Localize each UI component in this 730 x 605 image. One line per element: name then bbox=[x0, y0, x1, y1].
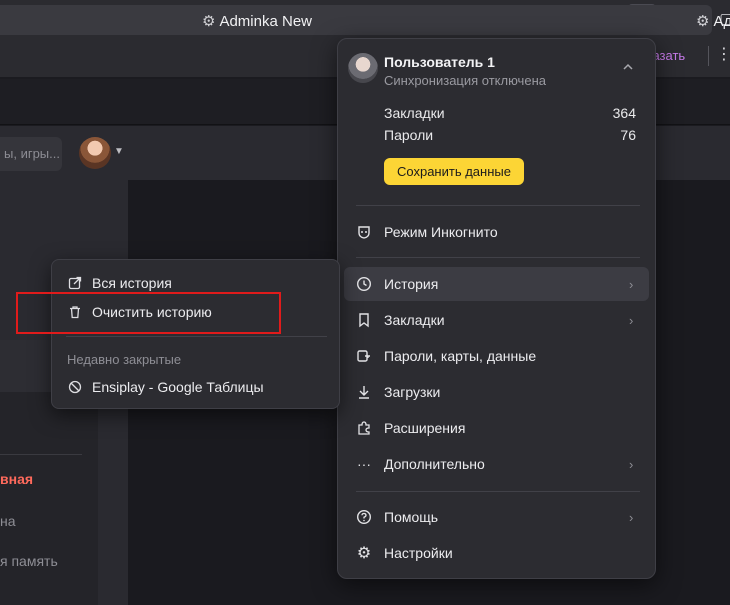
chevron-right-icon: › bbox=[629, 509, 634, 525]
stat-bookmarks-label: Закладки bbox=[384, 105, 445, 121]
menu-item-settings[interactable]: ⚙ Настройки bbox=[344, 536, 649, 570]
history-submenu: Вся история Очистить историю Недавно зак… bbox=[51, 259, 340, 409]
gear-icon: ⚙ bbox=[202, 13, 216, 30]
chevron-right-icon: › bbox=[629, 276, 634, 292]
menu-item-bookmarks[interactable]: Закладки › bbox=[344, 303, 649, 337]
chevron-right-icon: › bbox=[629, 456, 634, 472]
nav-item[interactable]: на bbox=[0, 513, 16, 529]
menu-item-label: Дополнительно bbox=[384, 456, 485, 472]
incognito-icon bbox=[344, 224, 384, 240]
recent-item-label: Ensiplay - Google Таблицы bbox=[92, 379, 264, 395]
menu-item-label: Настройки bbox=[384, 545, 453, 561]
nav-divider bbox=[0, 454, 82, 455]
help-icon bbox=[344, 509, 384, 525]
toolbar-divider bbox=[708, 46, 709, 66]
highlight-box bbox=[16, 292, 281, 334]
more-vertical-icon[interactable]: ⋮ bbox=[716, 44, 730, 64]
external-link-icon bbox=[58, 276, 92, 290]
key-card-icon bbox=[344, 348, 384, 364]
menu-item-more[interactable]: ··· Дополнительно › bbox=[344, 447, 649, 481]
menu-item-help[interactable]: Помощь › bbox=[344, 500, 649, 534]
menu-item-label: Помощь bbox=[384, 509, 439, 525]
site-title-text: Adminka New bbox=[219, 12, 312, 30]
recent-item[interactable]: Ensiplay - Google Таблицы bbox=[58, 373, 335, 401]
more-icon: ··· bbox=[357, 456, 371, 472]
menu-item-label: Закладки bbox=[384, 312, 445, 328]
menu-divider bbox=[356, 491, 640, 492]
save-data-button[interactable]: Сохранить данные bbox=[384, 158, 524, 185]
recently-closed-heading: Недавно закрытые bbox=[67, 352, 182, 367]
chevron-down-icon[interactable]: ▼ bbox=[114, 146, 124, 157]
submenu-divider bbox=[66, 336, 327, 337]
stat-passwords-value: 76 bbox=[620, 127, 636, 143]
menu-item-history[interactable]: История › bbox=[344, 267, 649, 301]
nav-item[interactable]: я память bbox=[0, 553, 58, 569]
menu-divider bbox=[356, 257, 640, 258]
bookmark-icon bbox=[344, 312, 384, 328]
menu-divider bbox=[356, 205, 640, 206]
menu-item-label: Загрузки bbox=[384, 384, 441, 400]
menu-item-label: История bbox=[384, 276, 439, 292]
site-title[interactable]: ⚙ Adminka New bbox=[202, 12, 312, 31]
address-field[interactable] bbox=[0, 5, 712, 35]
menu-item-passwords[interactable]: Пароли, карты, данные bbox=[344, 339, 649, 373]
menu-item-incognito[interactable]: Режим Инкогнито bbox=[344, 215, 649, 249]
user-name[interactable]: Пользователь 1 bbox=[384, 54, 495, 70]
sync-status: Синхронизация отключена bbox=[384, 73, 546, 88]
puzzle-icon bbox=[344, 420, 384, 436]
blocked-site-icon bbox=[58, 380, 92, 394]
stat-passwords-label: Пароли bbox=[384, 127, 434, 143]
user-avatar[interactable] bbox=[348, 53, 378, 83]
chevron-up-icon[interactable] bbox=[616, 55, 640, 79]
stat-bookmarks-value: 364 bbox=[612, 105, 636, 121]
site-title-text: Ад bbox=[713, 12, 730, 30]
chevron-right-icon: › bbox=[629, 312, 634, 328]
browser-main-menu: Пользователь 1 Синхронизация отключена З… bbox=[337, 38, 656, 579]
page-search-input[interactable]: ы, игры... bbox=[0, 137, 62, 171]
avatar[interactable] bbox=[79, 137, 111, 169]
menu-item-label: Расширения bbox=[384, 420, 466, 436]
menu-item-downloads[interactable]: Загрузки bbox=[344, 375, 649, 409]
clock-icon bbox=[344, 276, 384, 292]
gear-icon: ⚙ bbox=[696, 13, 710, 30]
menu-item-extensions[interactable]: Расширения bbox=[344, 411, 649, 445]
all-history-label: Вся история bbox=[92, 275, 172, 291]
gear-icon: ⚙ bbox=[356, 545, 372, 562]
menu-item-label: Режим Инкогнито bbox=[384, 224, 498, 240]
site-title-secondary[interactable]: ⚙ Ад bbox=[696, 12, 730, 31]
menu-item-label: Пароли, карты, данные bbox=[384, 348, 537, 364]
nav-item-active[interactable]: вная bbox=[0, 471, 33, 487]
download-icon bbox=[344, 384, 384, 400]
